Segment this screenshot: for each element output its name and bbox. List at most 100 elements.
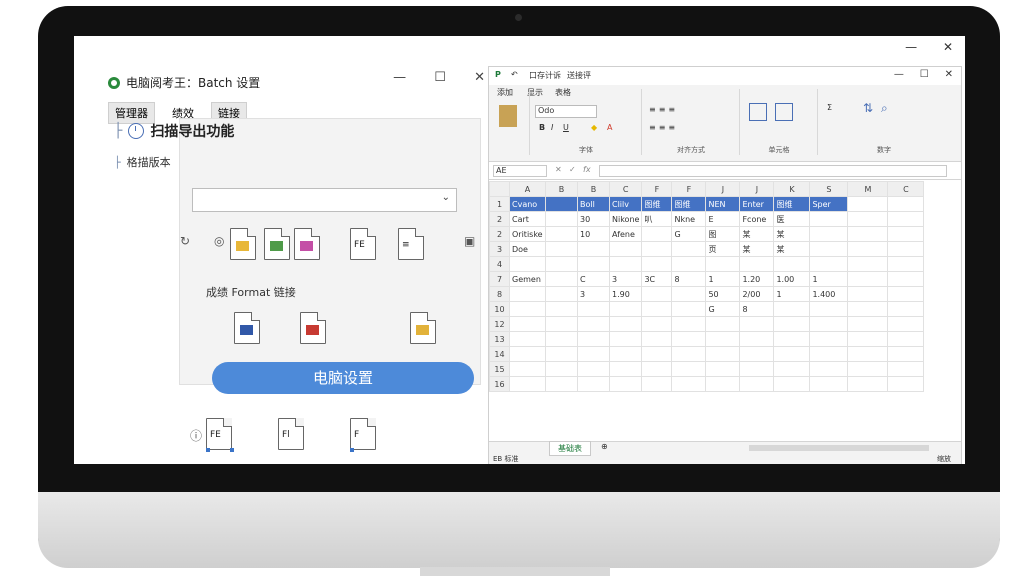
image-file-icon[interactable] [264, 228, 290, 260]
close-button[interactable]: ✕ [474, 70, 485, 85]
cell[interactable]: 某 [773, 226, 811, 242]
cell[interactable] [739, 256, 775, 272]
cell[interactable] [773, 346, 811, 362]
cell[interactable] [641, 286, 673, 302]
cell[interactable] [608, 256, 643, 272]
cell[interactable]: Boll [577, 196, 610, 212]
confirm-icon[interactable]: ✓ [569, 165, 576, 174]
row-header[interactable]: 13 [489, 331, 510, 347]
cell[interactable] [545, 301, 578, 317]
cell[interactable] [773, 301, 811, 317]
format-table-icon[interactable] [775, 103, 793, 121]
column-header[interactable]: S [809, 181, 849, 197]
cell[interactable]: 某 [773, 241, 811, 257]
minimize-button[interactable]: — [393, 70, 406, 85]
cell[interactable]: Sper [809, 196, 849, 212]
cell[interactable] [739, 376, 775, 392]
cell[interactable]: 1.400 [809, 286, 849, 302]
cell[interactable] [509, 301, 546, 317]
row-header[interactable]: 10 [489, 301, 510, 317]
cell[interactable]: 图维 [641, 196, 673, 212]
cell[interactable] [577, 331, 610, 347]
cell[interactable]: 1.00 [773, 271, 811, 287]
cell[interactable] [809, 346, 849, 362]
cell[interactable] [577, 376, 610, 392]
find-icon[interactable]: ⌕ [881, 101, 888, 116]
row-header[interactable]: 2 [489, 226, 510, 242]
cell[interactable] [545, 241, 578, 257]
title-item-1[interactable]: 口存计诉 [529, 70, 561, 81]
export-icon[interactable]: ▣ [464, 234, 475, 248]
cell[interactable] [671, 331, 707, 347]
column-header[interactable]: C [887, 181, 925, 197]
cell[interactable] [887, 286, 925, 302]
cell[interactable] [545, 256, 578, 272]
cell[interactable] [671, 286, 707, 302]
cell[interactable] [545, 211, 578, 227]
row-header[interactable]: 2 [489, 211, 510, 227]
cell[interactable] [887, 211, 925, 227]
maximize-button[interactable]: ☐ [434, 70, 446, 85]
row-header[interactable]: 4 [489, 256, 510, 272]
cell[interactable] [739, 346, 775, 362]
cell[interactable]: 1.90 [608, 286, 643, 302]
cell[interactable]: NEN [705, 196, 741, 212]
italic-icon[interactable]: I [551, 123, 553, 132]
cell[interactable]: 2/00 [739, 286, 775, 302]
cell[interactable] [608, 376, 643, 392]
cell[interactable] [671, 316, 707, 332]
row-header[interactable]: 15 [489, 361, 510, 377]
name-box[interactable]: AE [493, 165, 547, 177]
cell[interactable] [773, 256, 811, 272]
cell[interactable] [545, 196, 578, 212]
cell[interactable] [671, 256, 707, 272]
row-header[interactable]: 8 [489, 286, 510, 302]
document-file-icon[interactable]: FE [350, 228, 376, 260]
cell[interactable] [887, 196, 925, 212]
cell[interactable] [509, 331, 546, 347]
cell[interactable] [847, 256, 889, 272]
cell[interactable]: 30 [577, 211, 610, 227]
cell[interactable]: 8 [671, 271, 707, 287]
cell[interactable] [847, 286, 889, 302]
text-file-icon[interactable]: ≡ [398, 228, 424, 260]
cell[interactable]: 图维 [773, 196, 811, 212]
cell[interactable]: 叭 [641, 211, 673, 227]
cell[interactable] [887, 271, 925, 287]
cell[interactable]: Afene [608, 226, 643, 242]
conditional-format-icon[interactable] [749, 103, 767, 121]
minimize-button[interactable]: — [905, 40, 917, 54]
cell[interactable]: Cvano [509, 196, 546, 212]
cell[interactable] [847, 241, 889, 257]
row-header[interactable]: 1 [489, 196, 510, 212]
cell[interactable] [773, 331, 811, 347]
cell[interactable] [887, 346, 925, 362]
cell[interactable] [809, 361, 849, 377]
cell[interactable] [847, 331, 889, 347]
refresh-icon[interactable]: ↻ [180, 234, 190, 248]
cell[interactable] [809, 256, 849, 272]
cell[interactable] [641, 331, 673, 347]
corner-cell[interactable] [489, 181, 510, 197]
cell[interactable] [641, 256, 673, 272]
cell[interactable] [509, 376, 546, 392]
cell[interactable] [545, 226, 578, 242]
column-header[interactable]: J [739, 181, 775, 197]
cell[interactable] [509, 256, 546, 272]
cell[interactable] [847, 211, 889, 227]
cell[interactable]: Enter [739, 196, 775, 212]
cell[interactable] [545, 376, 578, 392]
red-doc-icon[interactable] [300, 312, 326, 344]
column-header[interactable]: C [608, 181, 643, 197]
cell[interactable]: Doe [509, 241, 546, 257]
cell[interactable] [847, 376, 889, 392]
cell[interactable] [847, 346, 889, 362]
fe-file-icon[interactable]: FE [206, 418, 232, 450]
cell[interactable] [705, 361, 741, 377]
font-color-icon[interactable]: A [607, 123, 612, 132]
cell[interactable]: Oritiske [509, 226, 546, 242]
cell[interactable] [773, 376, 811, 392]
undo-icon[interactable]: ↶ [511, 70, 518, 79]
blue-doc-icon[interactable] [234, 312, 260, 344]
add-sheet-icon[interactable]: ⊕ [601, 442, 608, 451]
